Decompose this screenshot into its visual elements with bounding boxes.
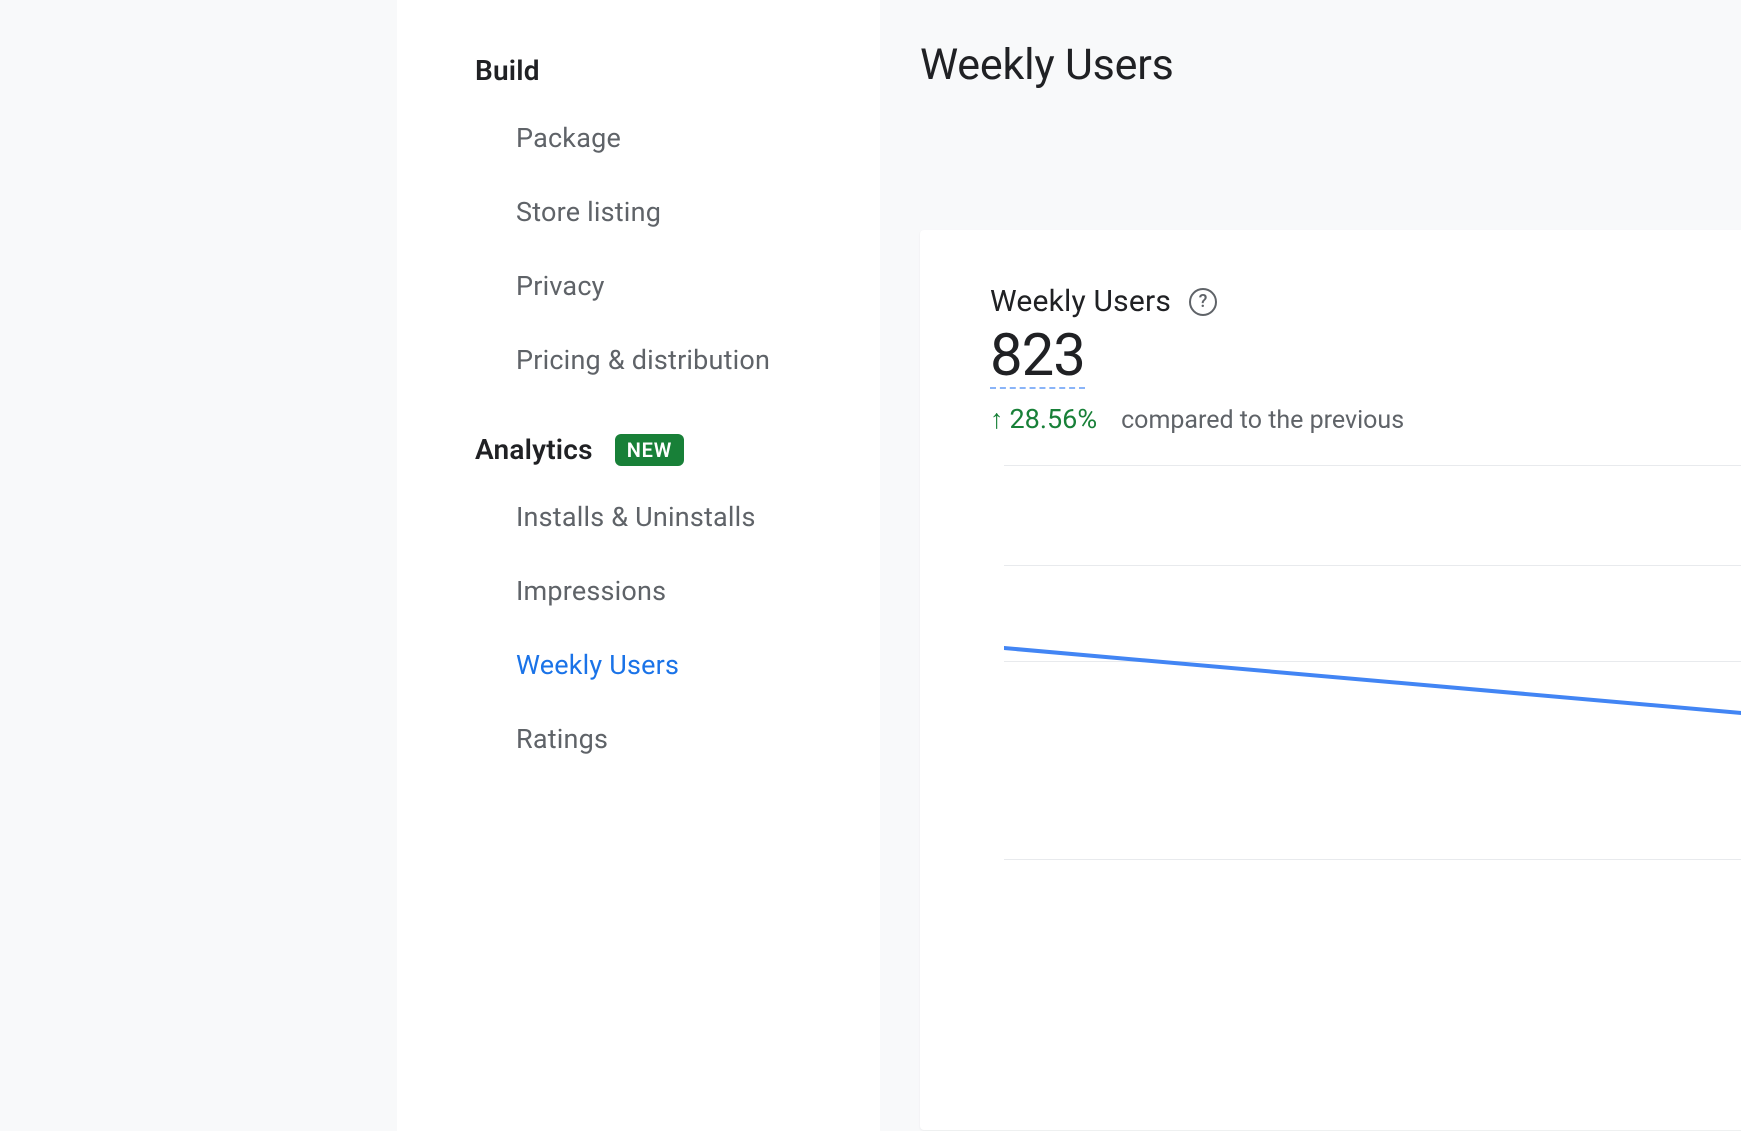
help-icon[interactable]: ? xyxy=(1189,288,1217,316)
compare-text: compared to the previous xyxy=(1121,406,1404,435)
sidebar-item-weekly-users[interactable]: Weekly Users xyxy=(397,628,880,702)
change-row: ↑ 28.56% compared to the previous xyxy=(990,403,1741,435)
weekly-users-card: Weekly Users ? 823 ↑ 28.56% compared to … xyxy=(920,230,1741,1130)
sidebar-item-package[interactable]: Package xyxy=(397,101,880,175)
sidebar-item-pricing-distribution[interactable]: Pricing & distribution xyxy=(397,323,880,397)
chart-container xyxy=(1004,465,1741,915)
card-title: Weekly Users xyxy=(990,284,1171,319)
sidebar-item-ratings[interactable]: Ratings xyxy=(397,702,880,776)
left-gutter xyxy=(0,0,397,1131)
weekly-users-value: 823 xyxy=(990,327,1085,389)
sidebar-item-installs-uninstalls[interactable]: Installs & Uninstalls xyxy=(397,480,880,554)
chart-line xyxy=(1004,465,1741,915)
page-title: Weekly Users xyxy=(920,40,1741,90)
sidebar-item-impressions[interactable]: Impressions xyxy=(397,554,880,628)
new-badge: NEW xyxy=(615,434,684,466)
sidebar-item-store-listing[interactable]: Store listing xyxy=(397,175,880,249)
sidebar-item-privacy[interactable]: Privacy xyxy=(397,249,880,323)
section-title-analytics: Analytics xyxy=(475,433,593,466)
card-title-row: Weekly Users ? xyxy=(990,284,1741,319)
arrow-up-icon: ↑ xyxy=(990,406,1004,433)
sidebar-section-analytics: Analytics NEW xyxy=(397,419,880,480)
sidebar-section-build: Build xyxy=(397,40,880,101)
change-percent: ↑ 28.56% xyxy=(990,403,1097,435)
main-content: Weekly Users Weekly Users ? 823 ↑ 28.56%… xyxy=(880,0,1741,1131)
sidebar: Build Package Store listing Privacy Pric… xyxy=(397,0,880,1131)
section-title-build: Build xyxy=(475,54,540,87)
change-percent-value: 28.56% xyxy=(1010,403,1098,435)
